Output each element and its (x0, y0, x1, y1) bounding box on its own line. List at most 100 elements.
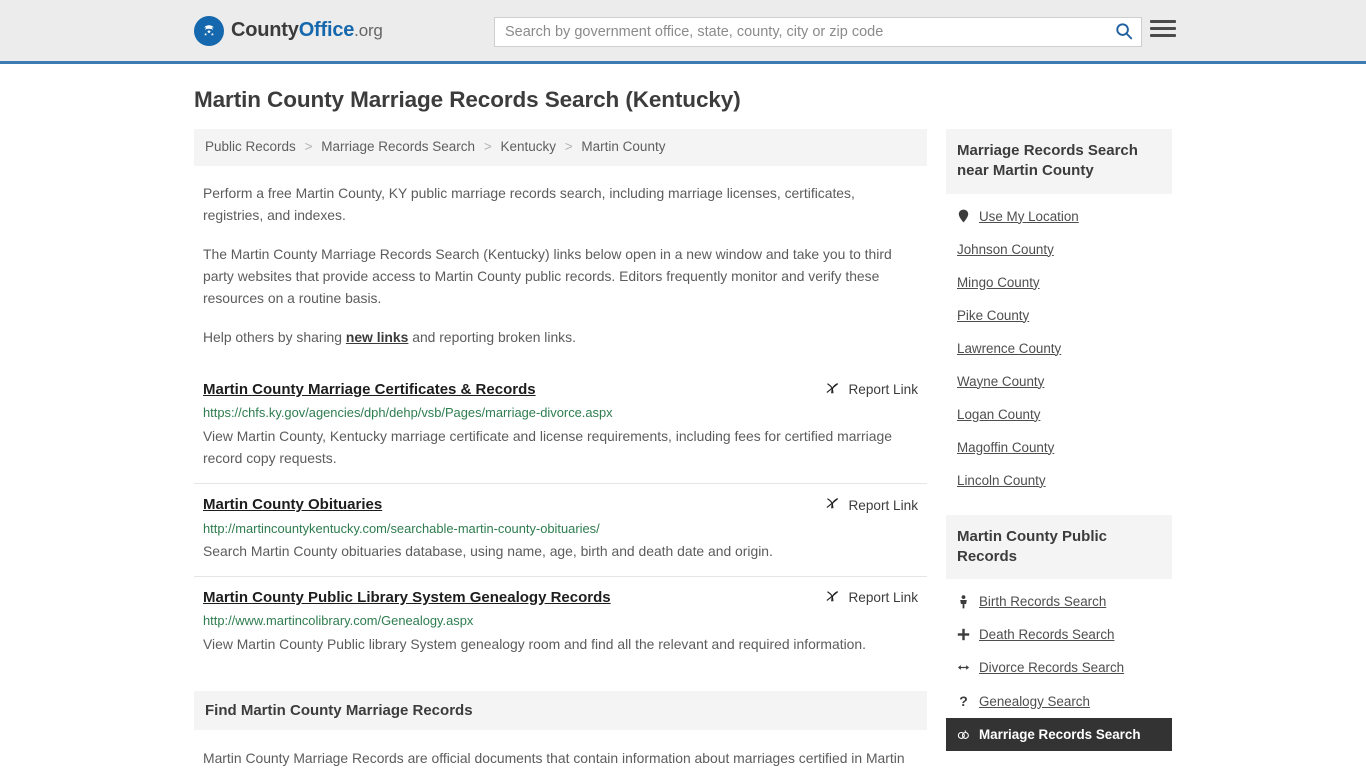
brand-tld: .org (354, 21, 383, 40)
arrows-horizontal-icon (957, 662, 970, 673)
rings-icon (957, 729, 970, 740)
find-records-body: Martin County Marriage Records are offic… (194, 730, 927, 768)
breadcrumb-item-2[interactable]: Kentucky (500, 139, 556, 154)
page-container: Martin County Marriage Records Search (K… (0, 87, 1366, 768)
sidebar-link-label[interactable]: Mingo County (957, 275, 1040, 290)
result-description: Search Martin County obituaries database… (203, 543, 773, 560)
sidebar: Marriage Records Search near Martin Coun… (946, 129, 1172, 768)
intro-p3-after: and reporting broken links. (408, 328, 576, 345)
sidebar-item-magoffin-county[interactable]: Magoffin County (946, 431, 1172, 464)
intro-paragraph-3: Help others by sharing new links and rep… (203, 327, 918, 349)
question-mark-icon: ? (959, 693, 968, 709)
page-title: Martin County Marriage Records Search (K… (194, 87, 741, 112)
sidebar-item-genealogy-search[interactable]: ? Genealogy Search (946, 684, 1172, 718)
sidebar-item-lincoln-county[interactable]: Lincoln County (946, 464, 1172, 497)
brand-text: CountyOffice.org (231, 19, 383, 42)
hamburger-bar-2 (1150, 27, 1176, 30)
sidebar-item-pike-county[interactable]: Pike County (946, 299, 1172, 332)
site-logo[interactable]: CountyOffice.org (194, 15, 383, 46)
report-link-label: Report Link (848, 382, 918, 398)
cross-icon (957, 628, 970, 641)
sidebar-link-label[interactable]: Lawrence County (957, 341, 1061, 356)
public-records-card: Martin County Public Records Birth Recor… (946, 514, 1172, 751)
sidebar-item-marriage-records-search[interactable]: Marriage Records Search (946, 718, 1172, 751)
public-records-list: Birth Records Search Death Records Searc… (946, 579, 1172, 751)
result-header: Martin County Marriage Certificates & Re… (203, 380, 918, 400)
nearby-searches-list: Use My Location Johnson County Mingo Cou… (946, 194, 1172, 497)
result-title-link[interactable]: Martin County Public Library System Gene… (203, 588, 611, 608)
map-pin-icon (957, 209, 970, 223)
result-url[interactable]: http://www.martincolibrary.com/Genealogy… (203, 613, 918, 630)
sidebar-link-label[interactable]: Death Records Search (979, 627, 1114, 642)
sidebar-link-label[interactable]: Logan County (957, 407, 1040, 422)
report-link-button[interactable]: Report Link (825, 588, 918, 607)
sidebar-link-label[interactable]: Divorce Records Search (979, 660, 1124, 675)
report-link-button[interactable]: Report Link (825, 380, 918, 399)
breadcrumb: Public Records > Marriage Records Search… (194, 129, 927, 166)
report-link-label: Report Link (848, 497, 918, 513)
main-column: Public Records > Marriage Records Search… (194, 129, 927, 768)
sidebar-item-logan-county[interactable]: Logan County (946, 398, 1172, 431)
result-header: Martin County Public Library System Gene… (203, 588, 918, 608)
sidebar-item-johnson-county[interactable]: Johnson County (946, 233, 1172, 266)
result-title-link[interactable]: Martin County Marriage Certificates & Re… (203, 380, 536, 400)
hamburger-bar-3 (1150, 34, 1176, 37)
sidebar-item-divorce-records-search[interactable]: Divorce Records Search (946, 651, 1172, 684)
result-item: Martin County Public Library System Gene… (194, 575, 927, 669)
broken-link-icon (825, 589, 840, 607)
breadcrumb-separator: > (304, 139, 313, 154)
sidebar-link-label[interactable]: Johnson County (957, 242, 1054, 257)
baby-icon (957, 594, 970, 609)
sidebar-link-label[interactable]: Pike County (957, 308, 1029, 323)
sidebar-link-label[interactable]: Birth Records Search (979, 594, 1106, 609)
intro-paragraph-1: Perform a free Martin County, KY public … (203, 184, 855, 223)
search-input[interactable] (495, 18, 1107, 46)
result-header: Martin County Obituaries Report Link (203, 495, 918, 515)
nearby-searches-heading: Marriage Records Search near Martin Coun… (946, 129, 1172, 194)
site-header: CountyOffice.org (0, 0, 1366, 64)
broken-link-icon (825, 496, 840, 514)
intro-section: Perform a free Martin County, KY public … (194, 183, 927, 349)
breadcrumb-item-1[interactable]: Marriage Records Search (321, 139, 475, 154)
sidebar-link-label[interactable]: Wayne County (957, 374, 1044, 389)
result-title-link[interactable]: Martin County Obituaries (203, 495, 382, 515)
sidebar-item-birth-records-search[interactable]: Birth Records Search (946, 585, 1172, 618)
sidebar-link-label[interactable]: Genealogy Search (979, 694, 1090, 709)
search-button[interactable] (1107, 18, 1141, 46)
intro-p3-before: Help others by sharing (203, 328, 346, 345)
breadcrumb-item-3[interactable]: Martin County (581, 139, 665, 154)
hamburger-bar-1 (1150, 20, 1176, 23)
search-bar[interactable] (494, 17, 1142, 47)
breadcrumb-item-0[interactable]: Public Records (205, 139, 296, 154)
breadcrumb-separator: > (564, 139, 573, 154)
content-columns: Public Records > Marriage Records Search… (194, 129, 1172, 768)
broken-link-icon (825, 381, 840, 399)
nearby-searches-card: Marriage Records Search near Martin Coun… (946, 129, 1172, 497)
sidebar-link-label[interactable]: Marriage Records Search (979, 727, 1141, 742)
sidebar-item-wayne-county[interactable]: Wayne County (946, 365, 1172, 398)
intro-paragraph-2: The Martin County Marriage Records Searc… (203, 245, 892, 306)
sidebar-link-label[interactable]: Use My Location (979, 209, 1079, 224)
find-records-heading: Find Martin County Marriage Records (194, 690, 927, 730)
sidebar-item-lawrence-county[interactable]: Lawrence County (946, 332, 1172, 365)
result-description: View Martin County, Kentucky marriage ce… (203, 427, 892, 467)
public-records-heading: Martin County Public Records (946, 514, 1172, 579)
sidebar-item-death-records-search[interactable]: Death Records Search (946, 618, 1172, 651)
result-description: View Martin County Public library System… (203, 636, 866, 653)
sidebar-item-use-my-location[interactable]: Use My Location (946, 200, 1172, 233)
report-link-label: Report Link (848, 590, 918, 606)
sidebar-link-label[interactable]: Magoffin County (957, 440, 1054, 455)
sidebar-link-label[interactable]: Lincoln County (957, 473, 1046, 488)
result-url[interactable]: http://martincountykentucky.com/searchab… (203, 521, 918, 538)
result-item: Martin County Marriage Certificates & Re… (194, 369, 927, 483)
search-icon (1115, 22, 1133, 43)
report-link-button[interactable]: Report Link (825, 495, 918, 514)
result-url[interactable]: https://chfs.ky.gov/agencies/dph/dehp/vs… (203, 405, 918, 422)
result-item: Martin County Obituaries Report Link htt… (194, 483, 927, 576)
sidebar-item-mingo-county[interactable]: Mingo County (946, 266, 1172, 299)
new-links-link[interactable]: new links (346, 329, 409, 345)
hamburger-menu-icon[interactable] (1150, 20, 1176, 37)
results-list: Martin County Marriage Certificates & Re… (194, 369, 927, 669)
breadcrumb-separator: > (483, 139, 492, 154)
brand-county: County (231, 19, 299, 41)
